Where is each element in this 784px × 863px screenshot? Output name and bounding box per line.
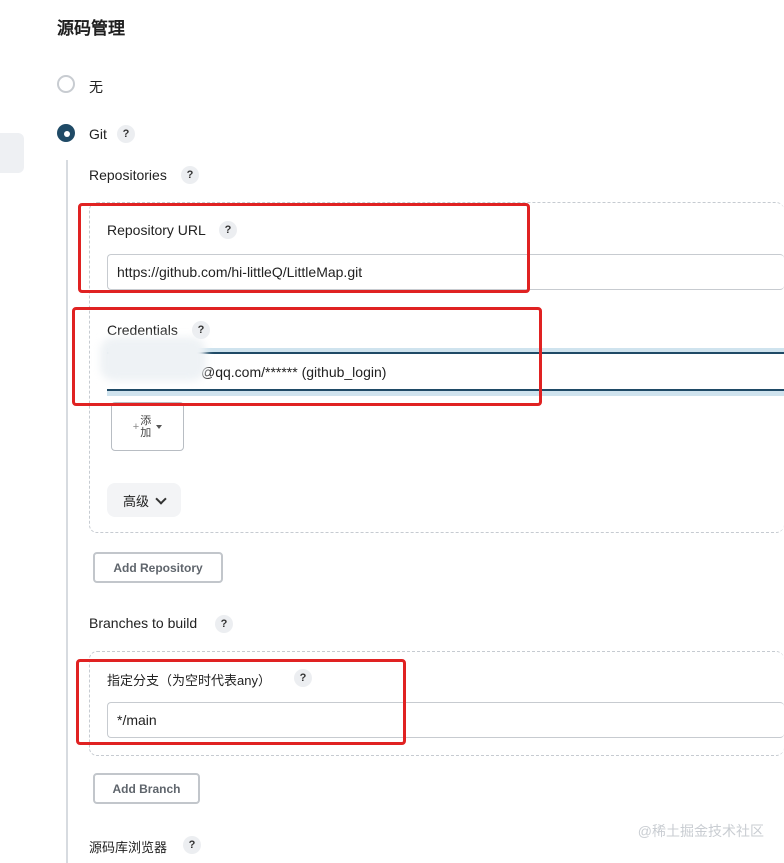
section-title: 源码管理 bbox=[57, 19, 125, 38]
add-credentials-label: 添 加 bbox=[140, 415, 151, 439]
add-credentials-label-line1: 添 bbox=[140, 414, 152, 427]
radio-git[interactable] bbox=[57, 124, 75, 142]
advanced-button[interactable]: 高级 bbox=[107, 483, 181, 517]
annotation-box-credentials bbox=[72, 307, 542, 406]
plus-icon: + bbox=[132, 420, 140, 433]
repo-browser-label: 源码库浏览器 bbox=[89, 840, 168, 855]
repo-browser-help-icon[interactable]: ? bbox=[183, 836, 201, 854]
git-section-indent-line bbox=[66, 160, 68, 863]
branches-help-icon[interactable]: ? bbox=[215, 615, 233, 633]
watermark: @稀土掘金技术社区 bbox=[637, 823, 764, 839]
radio-none[interactable] bbox=[57, 75, 75, 93]
annotation-box-branch bbox=[76, 659, 406, 745]
chevron-down-icon bbox=[155, 492, 167, 505]
add-repository-button[interactable]: Add Repository bbox=[93, 552, 223, 583]
repositories-help-icon[interactable]: ? bbox=[181, 166, 199, 184]
repositories-label: Repositories bbox=[89, 167, 167, 183]
add-credentials-label-line2: 加 bbox=[140, 426, 152, 439]
branches-label: Branches to build bbox=[89, 615, 198, 631]
sidebar-tab[interactable] bbox=[0, 133, 24, 173]
add-credentials-button[interactable]: + 添 加 bbox=[111, 402, 184, 451]
add-branch-button[interactable]: Add Branch bbox=[93, 773, 200, 804]
caret-down-icon bbox=[156, 424, 163, 429]
radio-git-label: Git bbox=[89, 126, 107, 142]
advanced-label: 高级 bbox=[122, 493, 149, 509]
annotation-box-repository-url bbox=[78, 203, 530, 293]
git-help-icon[interactable]: ? bbox=[117, 125, 135, 143]
radio-none-label: 无 bbox=[89, 79, 103, 95]
